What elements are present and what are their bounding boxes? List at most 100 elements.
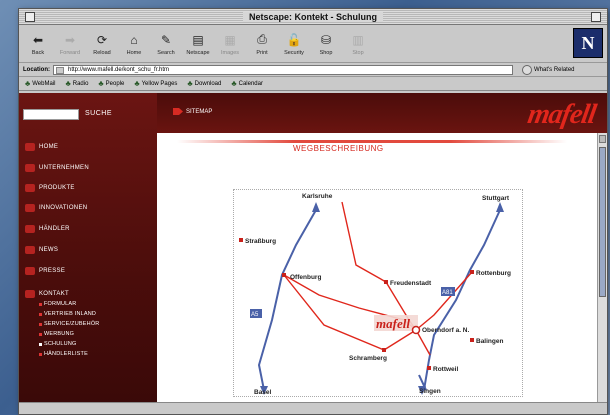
netscape-icon: ▤ — [192, 32, 204, 47]
back-arrow-icon: ⬅ — [32, 32, 44, 47]
marker-schramberg — [382, 348, 386, 352]
a81-label: A81 — [442, 290, 453, 296]
security-button[interactable]: 🔓 Security — [279, 32, 309, 56]
bookmark-icon: ♣ — [134, 79, 140, 88]
close-box-icon[interactable] — [25, 12, 35, 22]
highway-a5 — [257, 209, 317, 391]
sub-bullet-icon — [39, 342, 42, 346]
arrow-stuttgart-icon — [496, 202, 504, 212]
reload-button[interactable]: ⟳ Reload — [87, 32, 117, 56]
bookmark-icon: ♣ — [25, 79, 31, 88]
sitemap-arrow-icon — [173, 108, 183, 115]
stop-button[interactable]: ▥ Stop — [343, 32, 373, 56]
bookmark-yellow-pages[interactable]: ♣ Yellow Pages — [134, 79, 177, 88]
marker-rottweil — [427, 366, 431, 370]
title-bar[interactable]: Netscape: Kontekt - Schulung — [19, 9, 607, 25]
side-navigation: SUCHE HOME UNTERNEHMEN PRODUKTE INNOVATI… — [19, 93, 157, 404]
navigation-toolbar: ⬅ Back ➡ Forward ⟳ Reload ⌂ Home ✎ Searc… — [19, 25, 607, 63]
window-title: Netscape: Kontekt - Schulung — [242, 11, 383, 22]
subnav-schulung[interactable]: SCHULUNG — [39, 341, 76, 347]
city-freudenstadt: Freudenstadt — [390, 280, 432, 287]
netscape-logo[interactable]: N — [573, 28, 603, 58]
images-icon: ▦ — [224, 32, 236, 47]
images-button[interactable]: ▦ Images — [215, 32, 245, 56]
security-icon: 🔓 — [286, 32, 302, 47]
marker-strassburg — [239, 238, 243, 242]
city-schramberg: Schramberg — [349, 355, 387, 362]
city-karlsruhe: Karlsruhe — [302, 193, 333, 200]
bookmark-icon: ♣ — [65, 79, 71, 88]
brand-logo[interactable]: mafell — [525, 99, 598, 131]
bookmark-people[interactable]: ♣ People — [98, 79, 124, 88]
status-bar — [19, 402, 607, 414]
nav-unternehmen[interactable]: UNTERNEHMEN — [25, 164, 89, 172]
arrow-karlsruhe-icon — [312, 202, 320, 212]
marker-offenburg — [282, 273, 286, 277]
nav-haendler[interactable]: HÄNDLER — [25, 225, 70, 233]
subnav-haendlerliste[interactable]: HÄNDLERLISTE — [39, 351, 88, 357]
header-band: SITEMAP mafell — [157, 93, 607, 133]
route-schramberg — [383, 329, 417, 351]
bookmark-download[interactable]: ♣ Download — [187, 79, 221, 88]
bookmark-icon: ♣ — [98, 79, 104, 88]
sub-bullet-icon — [39, 352, 42, 356]
city-stuttgart: Stuttgart — [482, 195, 510, 202]
city-rottenburg: Rottenburg — [476, 270, 511, 277]
scroll-up-icon[interactable] — [599, 135, 606, 143]
search-icon: ✎ — [160, 32, 172, 47]
bookmark-webmail[interactable]: ♣ WebMail — [25, 79, 55, 88]
subnav-service-zubehoer[interactable]: SERVICE/ZUBEHÖR — [39, 321, 99, 327]
forward-arrow-icon: ➡ — [64, 32, 76, 47]
back-button[interactable]: ⬅ Back — [23, 32, 53, 56]
nav-bullet-icon — [25, 290, 35, 298]
home-icon: ⌂ — [130, 32, 138, 47]
location-bar: Location: http://www.mafell.de/kont_schu… — [19, 63, 607, 77]
map-logo: mafell — [376, 316, 410, 331]
bookmark-icon: ♣ — [187, 79, 193, 88]
search-input[interactable] — [23, 109, 79, 120]
nav-bullet-icon — [25, 225, 35, 233]
subnav-werbung[interactable]: WERBUNG — [39, 331, 74, 337]
search-button[interactable]: ✎ Search — [151, 32, 181, 56]
scroll-thumb[interactable] — [599, 147, 606, 297]
search-label[interactable]: SUCHE — [85, 110, 112, 117]
nav-produkte[interactable]: PRODUKTE — [25, 184, 75, 192]
bookmark-calendar[interactable]: ♣ Calendar — [231, 79, 263, 88]
sub-bullet-icon — [39, 332, 42, 336]
route-offenburg-south — [283, 274, 385, 351]
subnav-vertrieb-inland[interactable]: VERTRIEB INLAND — [39, 311, 96, 317]
nav-bullet-icon — [25, 246, 35, 254]
nav-home[interactable]: HOME — [25, 143, 58, 151]
nav-innovationen[interactable]: INNOVATIONEN — [25, 204, 87, 212]
bookmark-radio[interactable]: ♣ Radio — [65, 79, 88, 88]
page-heading: WEGBESCHREIBUNG — [293, 144, 384, 153]
marker-freudenstadt — [384, 280, 388, 284]
location-label: Location: — [23, 66, 50, 73]
page-proxy-icon[interactable] — [56, 66, 64, 74]
whats-related-button[interactable]: What's Related — [522, 64, 575, 75]
nav-presse[interactable]: PRESSE — [25, 267, 65, 275]
vertical-scrollbar[interactable] — [597, 133, 607, 404]
marker-oberndorf — [411, 325, 421, 335]
sub-bullet-icon — [39, 322, 42, 326]
nav-kontakt[interactable]: KONTAKT — [25, 290, 69, 298]
nav-news[interactable]: NEWS — [25, 246, 58, 254]
shop-icon: ⛁ — [320, 32, 332, 47]
related-icon — [522, 64, 532, 75]
print-button[interactable]: ⎙ Print — [247, 32, 277, 56]
zoom-box-icon[interactable] — [591, 12, 601, 22]
netscape-button[interactable]: ▤ Netscape — [183, 32, 213, 56]
sitemap-link[interactable]: SITEMAP — [173, 108, 212, 115]
city-singen: Singen — [419, 388, 441, 395]
city-balingen: Balingen — [476, 338, 503, 345]
shop-button[interactable]: ⛁ Shop — [311, 32, 341, 56]
sub-bullet-icon — [39, 302, 42, 306]
url-field[interactable]: http://www.mafell.de/kont_schu_fr.htm — [53, 64, 513, 75]
page-content: SUCHE HOME UNTERNEHMEN PRODUKTE INNOVATI… — [19, 93, 607, 404]
personal-toolbar: ♣ WebMail ♣ Radio ♣ People ♣ Yellow Pages ♣ D… — [19, 77, 607, 91]
forward-button[interactable]: ➡ Forward — [55, 32, 85, 56]
subnav-formular[interactable]: FORMULAR — [39, 301, 76, 307]
marker-balingen — [470, 338, 474, 342]
heading-divider — [177, 140, 567, 143]
home-button[interactable]: ⌂ Home — [119, 32, 149, 56]
